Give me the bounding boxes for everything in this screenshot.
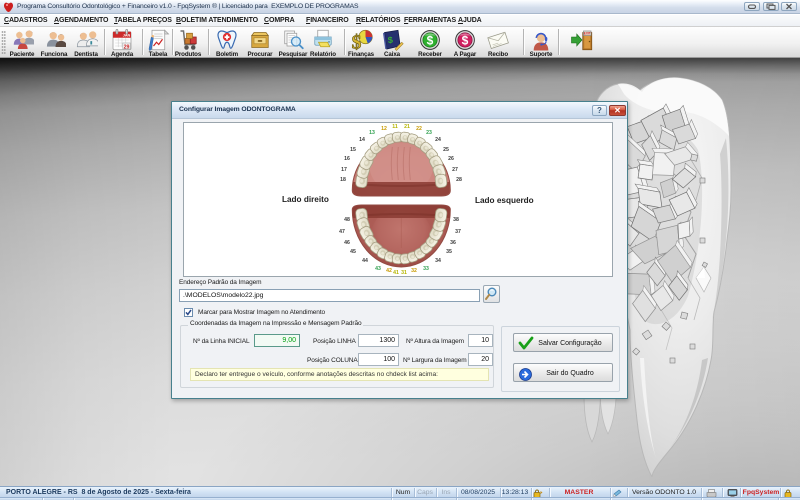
svg-text:25: 25: [443, 147, 449, 153]
svg-text:JAN: JAN: [123, 34, 131, 38]
svg-text:35: 35: [446, 249, 452, 255]
svg-text:21: 21: [404, 124, 410, 130]
svg-text:34: 34: [435, 258, 441, 264]
svg-text:41: 41: [393, 270, 399, 276]
svg-text:23: 23: [426, 130, 432, 136]
svg-text:26: 26: [448, 156, 454, 162]
svg-text:$: $: [427, 34, 434, 48]
svg-text:29: 29: [124, 44, 130, 50]
svg-text:45: 45: [350, 249, 356, 255]
svg-text:27: 27: [452, 167, 458, 173]
svg-text:48: 48: [344, 217, 350, 223]
svg-text:38: 38: [453, 217, 459, 223]
svg-text:Lado esquerdo: Lado esquerdo: [475, 196, 534, 205]
svg-text:46: 46: [344, 240, 350, 246]
svg-text:36: 36: [450, 240, 456, 246]
svg-text:24: 24: [435, 137, 441, 143]
svg-text:43: 43: [375, 266, 381, 272]
svg-text:42: 42: [386, 268, 392, 274]
svg-text:15: 15: [350, 147, 356, 153]
svg-text:33: 33: [423, 266, 429, 272]
svg-text:EXIT: EXIT: [584, 32, 591, 36]
svg-text:$: $: [387, 35, 393, 45]
svg-text:47: 47: [339, 229, 345, 235]
svg-text:28: 28: [456, 177, 462, 183]
svg-text:18: 18: [340, 177, 346, 183]
svg-text:$: $: [352, 32, 362, 52]
svg-text:14: 14: [359, 137, 365, 143]
svg-text:32: 32: [411, 268, 417, 274]
svg-text:17: 17: [341, 167, 347, 173]
svg-text:22: 22: [416, 126, 422, 132]
svg-text:16: 16: [344, 156, 350, 162]
svg-text:31: 31: [401, 270, 407, 276]
svg-text:Lado direito: Lado direito: [282, 195, 329, 204]
svg-text:13: 13: [369, 130, 375, 136]
svg-text:37: 37: [455, 229, 461, 235]
svg-text:$: $: [462, 34, 469, 48]
svg-text:12: 12: [381, 126, 387, 132]
svg-text:11: 11: [392, 124, 398, 130]
svg-text:44: 44: [362, 258, 368, 264]
